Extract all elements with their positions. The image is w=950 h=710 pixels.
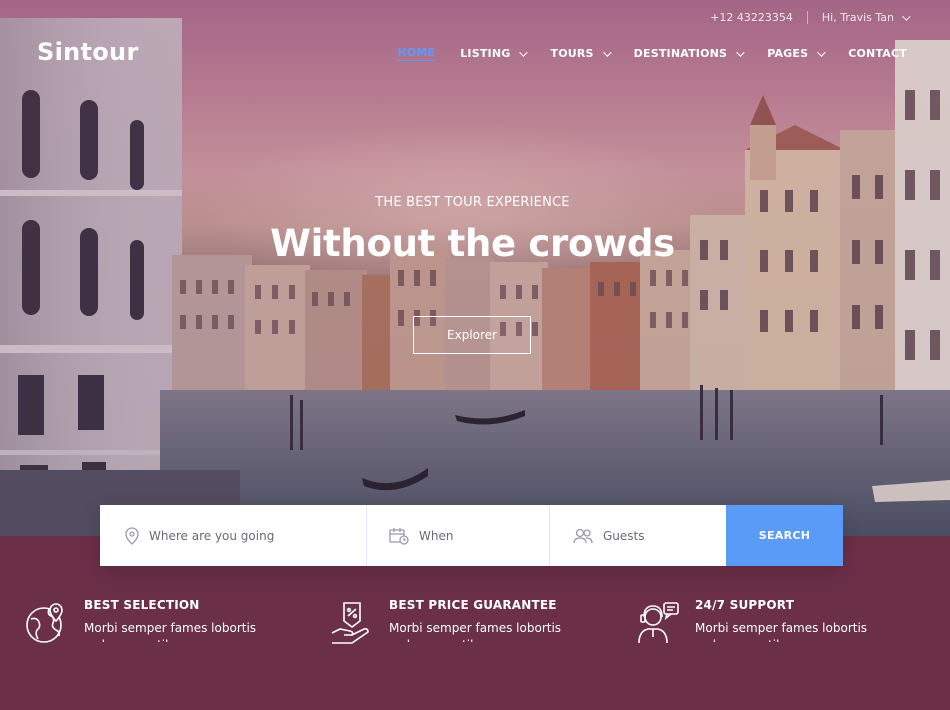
nav-item-pages[interactable]: PAGES: [767, 46, 826, 61]
chevron-down-icon: [736, 47, 745, 57]
nav-item-listing[interactable]: LISTING: [460, 46, 529, 61]
user-greeting: Hi, Travis Tan: [821, 11, 894, 24]
feature-best-selection: BEST SELECTION Morbi semper fames lobort…: [25, 598, 259, 645]
search-bar: Where are you going When Guests SEARCH: [100, 505, 843, 566]
support-agent-icon: [638, 602, 679, 644]
nav-item-label: HOME: [397, 46, 436, 59]
phone-number[interactable]: +12 43223354: [710, 11, 793, 24]
nav-item-label: DESTINATIONS: [633, 47, 728, 60]
chevron-down-icon: [817, 47, 826, 57]
when-placeholder: When: [419, 528, 454, 543]
feature-support: 24/7 SUPPORT Morbi semper fames lobortis…: [636, 598, 870, 645]
search-button[interactable]: SEARCH: [726, 505, 843, 566]
nav-item-home[interactable]: HOME: [397, 46, 436, 61]
price-hand-icon: [331, 602, 369, 644]
chevron-down-icon: [602, 47, 612, 57]
hero-eyebrow: THE BEST TOUR EXPERIENCE: [375, 195, 570, 210]
feature-text: Morbi semper fames lobortis ac hac penat…: [695, 621, 868, 642]
globe-pin-icon: [26, 603, 63, 643]
explore-button[interactable]: Explorer: [413, 316, 531, 354]
nav-item-label: CONTACT: [848, 47, 907, 60]
nav-item-label: PAGES: [767, 47, 809, 60]
guests-placeholder: Guests: [603, 528, 645, 543]
feature-text: Morbi semper fames lobortis ac hac penat…: [389, 621, 562, 642]
nav-item-tours[interactable]: TOURS: [550, 46, 612, 61]
map-pin-icon: [125, 526, 139, 545]
guests-field[interactable]: Guests: [550, 505, 726, 566]
site-logo[interactable]: Sintour: [37, 38, 139, 66]
hero-banner: +12 43223354 Hi, Travis Tan Sintour HOME…: [0, 0, 950, 536]
feature-best-price: BEST PRICE GUARANTEE Morbi semper fames …: [330, 598, 564, 645]
calendar-icon: [389, 527, 409, 545]
where-field[interactable]: Where are you going: [100, 505, 367, 566]
users-icon: [573, 528, 593, 543]
main-nav: HOME LISTING TOURS DESTINATIONS PAGES CO…: [397, 46, 907, 61]
where-placeholder: Where are you going: [149, 528, 275, 543]
feature-title: BEST PRICE GUARANTEE: [389, 598, 557, 612]
feature-title: 24/7 SUPPORT: [695, 598, 795, 612]
when-field[interactable]: When: [367, 505, 550, 566]
nav-item-destinations[interactable]: DESTINATIONS: [633, 46, 745, 61]
nav-item-label: LISTING: [460, 47, 511, 60]
topbar-divider: [806, 11, 808, 24]
chevron-down-icon: [519, 47, 529, 57]
feature-title: BEST SELECTION: [84, 598, 200, 612]
feature-text: Morbi semper fames lobortis ac hac penat…: [84, 621, 257, 642]
user-menu[interactable]: Hi, Travis Tan: [821, 11, 911, 24]
topbar: +12 43223354 Hi, Travis Tan: [710, 11, 911, 24]
hero-headline: Without the crowds: [270, 222, 675, 265]
nav-item-label: TOURS: [550, 47, 594, 60]
nav-item-contact[interactable]: CONTACT: [848, 46, 907, 61]
hero-overlay: [0, 0, 950, 536]
